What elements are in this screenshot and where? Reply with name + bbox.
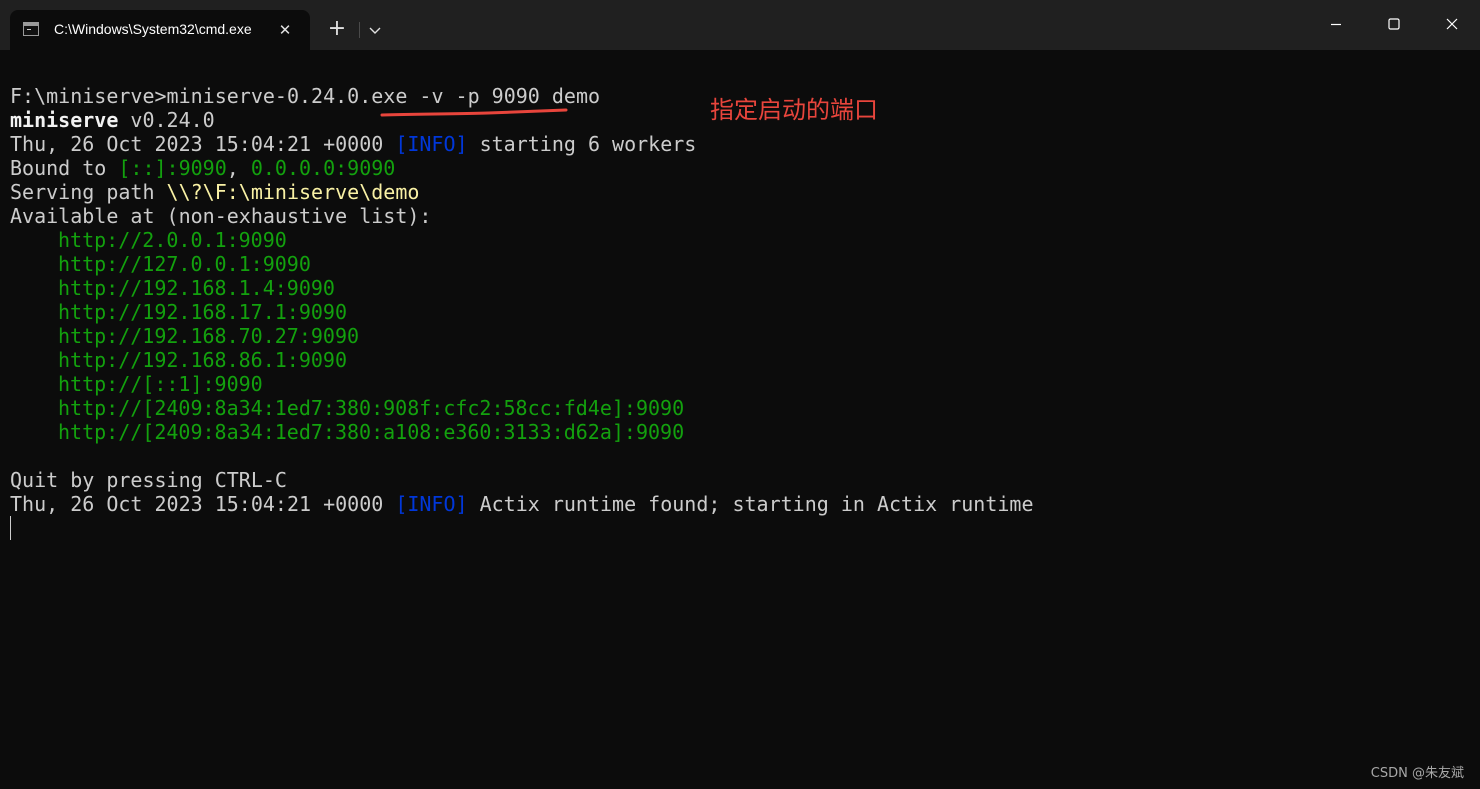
tab-close-button[interactable]: ✕ — [274, 19, 296, 41]
serving-line: Serving path \\?\F:\miniserve\demo — [10, 180, 1460, 204]
log-level: [INFO] — [395, 492, 468, 516]
close-icon — [1446, 18, 1458, 30]
url-item[interactable]: http://192.168.1.4:9090 — [10, 276, 1460, 300]
tab-dropdown-button[interactable] — [362, 16, 388, 44]
new-tab-button[interactable]: + — [322, 14, 352, 44]
app-version: v0.24.0 — [118, 108, 215, 132]
serving-path: \\?\F:\miniserve\demo — [166, 180, 420, 204]
bound-address: [::]:9090 — [118, 156, 227, 180]
log-line: Thu, 26 Oct 2023 15:04:21 +0000 [INFO] s… — [10, 132, 1460, 156]
prompt: F:\miniserve> — [10, 84, 167, 108]
serving-prefix: Serving path — [10, 180, 167, 204]
available-label: Available at (non-exhaustive list): — [10, 204, 432, 228]
annotation-text: 指定启动的端口 — [710, 96, 878, 124]
url-item[interactable]: http://192.168.86.1:9090 — [10, 348, 1460, 372]
url-item[interactable]: http://[2409:8a34:1ed7:380:908f:cfc2:58c… — [10, 396, 1460, 420]
maximize-icon — [1388, 18, 1400, 30]
log-message: Actix runtime found; starting in Actix r… — [467, 492, 1034, 516]
tab-title: C:\Windows\System32\cmd.exe — [54, 21, 252, 37]
log-timestamp: Thu, 26 Oct 2023 15:04:21 +0000 — [10, 132, 396, 156]
app-name: miniserve — [10, 108, 119, 132]
tab-cmd[interactable]: C:\Windows\System32\cmd.exe ✕ — [10, 10, 310, 50]
url-item[interactable]: http://[::1]:9090 — [10, 372, 1460, 396]
input-line[interactable] — [10, 516, 1460, 540]
bound-separator: , — [226, 156, 251, 180]
tab-divider — [359, 22, 360, 38]
quit-line: Quit by pressing CTRL-C — [10, 468, 287, 492]
bound-line: Bound to [::]:9090, 0.0.0.0:9090 — [10, 156, 1460, 180]
log-line: Thu, 26 Oct 2023 15:04:21 +0000 [INFO] A… — [10, 492, 1460, 516]
url-item[interactable]: http://192.168.17.1:9090 — [10, 300, 1460, 324]
terminal-window: C:\Windows\System32\cmd.exe ✕ + F:\minis… — [0, 0, 1480, 789]
bound-address: 0.0.0.0:9090 — [250, 156, 396, 180]
text-cursor — [10, 516, 11, 540]
chevron-down-icon — [369, 27, 381, 34]
url-item[interactable]: http://2.0.0.1:9090 — [10, 228, 1460, 252]
command-text: miniserve-0.24.0.exe -v -p 9090 demo — [166, 84, 601, 108]
title-bar[interactable]: C:\Windows\System32\cmd.exe ✕ + — [0, 0, 1480, 50]
terminal-output[interactable]: F:\miniserve>miniserve-0.24.0.exe -v -p … — [10, 84, 1460, 540]
cmd-console-icon — [23, 22, 39, 36]
maximize-button[interactable] — [1365, 0, 1423, 48]
log-level: [INFO] — [395, 132, 468, 156]
minimize-icon — [1331, 23, 1341, 26]
close-window-button[interactable] — [1423, 0, 1480, 48]
log-timestamp: Thu, 26 Oct 2023 15:04:21 +0000 — [10, 492, 396, 516]
url-item[interactable]: http://127.0.0.1:9090 — [10, 252, 1460, 276]
url-item[interactable]: http://192.168.70.27:9090 — [10, 324, 1460, 348]
bound-prefix: Bound to — [10, 156, 119, 180]
log-message: starting 6 workers — [467, 132, 697, 156]
watermark: CSDN @朱友斌 — [1370, 766, 1464, 781]
minimize-button[interactable] — [1307, 0, 1365, 48]
red-underline-mark — [380, 108, 568, 117]
url-item[interactable]: http://[2409:8a34:1ed7:380:a108:e360:313… — [10, 420, 1460, 444]
